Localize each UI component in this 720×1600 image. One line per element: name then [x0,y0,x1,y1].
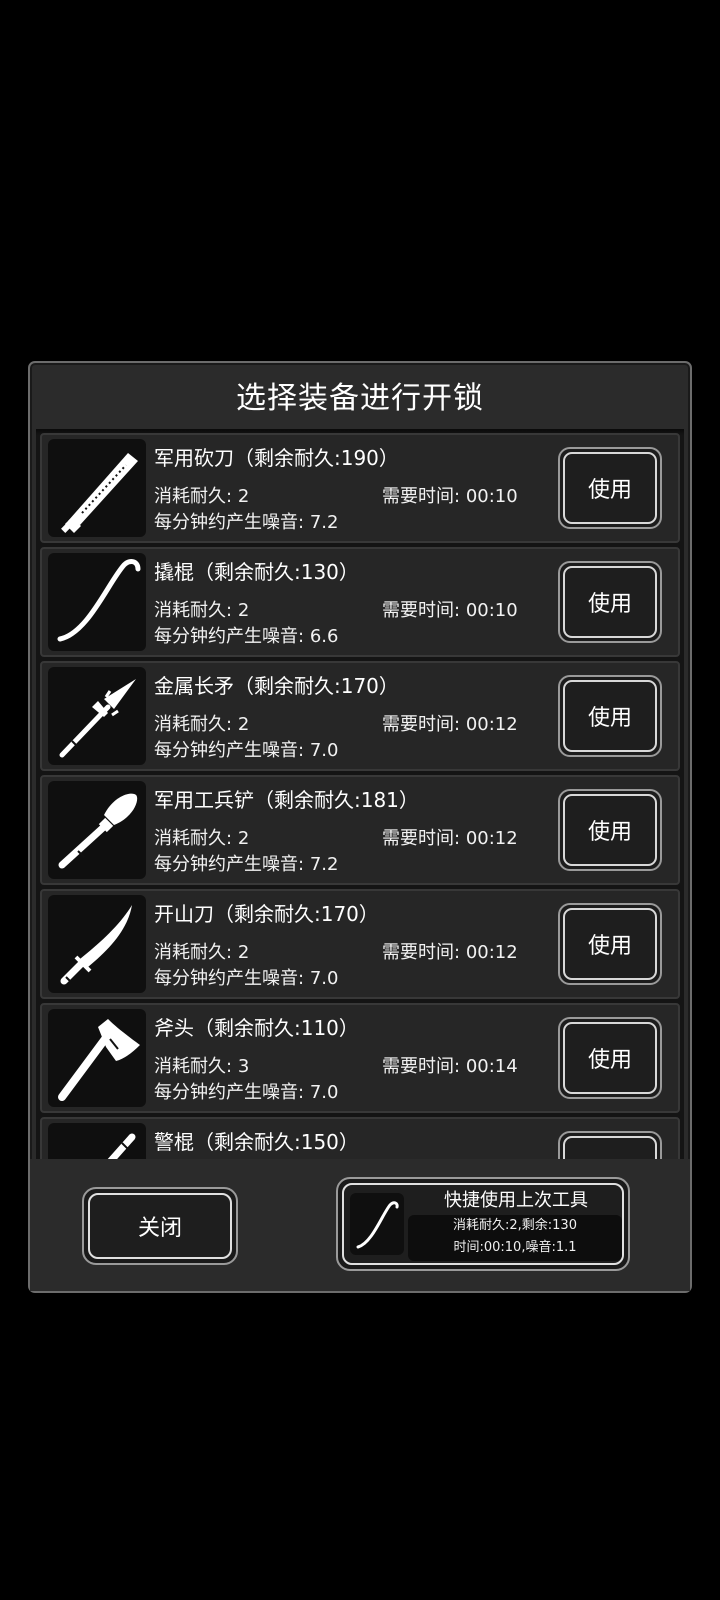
tool-item-spear: 金属长矛（剩余耐久:170） 消耗耐久: 2 需要时间: 00:12 每分钟约产… [40,661,680,771]
tool-list[interactable]: 军用砍刀（剩余耐久:190） 消耗耐久: 2 需要时间: 00:10 每分钟约产… [36,429,684,1159]
durability-cost: 消耗耐久: 2 [154,942,250,963]
noise-per-minute: 每分钟约产生噪音: 7.2 [154,854,339,875]
use-button[interactable]: 使用 [558,1131,662,1159]
quick-use-info: 消耗耐久:2,剩余:130 时间:00:10,噪音:1.1 [408,1215,622,1261]
use-button[interactable]: 使用 [558,561,662,643]
noise-per-minute: 每分钟约产生噪音: 7.2 [154,512,339,533]
axe-icon [48,1009,146,1107]
spear-icon [48,667,146,765]
noise-per-minute: 每分钟约产生噪音: 6.6 [154,626,339,647]
dialog-footer: 关闭 快捷使用上次工具 消耗耐久:2,剩余:130 时间:00:10,噪音:1.… [30,1159,690,1291]
time-needed: 需要时间: 00:10 [382,486,518,507]
durability-cost: 消耗耐久: 2 [154,714,250,735]
crowbar-icon [48,553,146,651]
machete-icon [48,439,146,537]
durability-cost: 消耗耐久: 3 [154,1056,250,1077]
tool-name: 金属长矛（剩余耐久:170） [154,674,399,698]
tool-name: 军用工兵铲（剩余耐久:181） [154,788,419,812]
quick-use-time-noise: 时间:00:10,噪音:1.1 [453,1240,577,1255]
tool-item-crowbar: 撬棍（剩余耐久:130） 消耗耐久: 2 需要时间: 00:10 每分钟约产生噪… [40,547,680,657]
dialog-title: 选择装备进行开锁 [236,381,484,416]
lock-tool-dialog: 选择装备进行开锁 军用砍刀（剩余耐久:190） 消耗耐久: 2 需要时间: 00… [28,361,692,1293]
tool-item-shovel: 军用工兵铲（剩余耐久:181） 消耗耐久: 2 需要时间: 00:12 每分钟约… [40,775,680,885]
tool-name: 斧头（剩余耐久:110） [154,1016,359,1040]
time-needed: 需要时间: 00:12 [382,714,518,735]
quick-use-title: 快捷使用上次工具 [444,1190,588,1211]
time-needed: 需要时间: 00:14 [382,1056,518,1077]
tool-name: 警棍（剩余耐久:150） [154,1130,359,1154]
use-button[interactable]: 使用 [558,675,662,757]
close-button[interactable]: 关闭 [82,1187,238,1265]
baton-icon [48,1123,146,1159]
tool-item-baton: 警棍（剩余耐久:150） 使用 [40,1117,680,1159]
time-needed: 需要时间: 00:12 [382,828,518,849]
close-button-label: 关闭 [137,1216,182,1241]
durability-cost: 消耗耐久: 2 [154,600,250,621]
crowbar-icon [350,1193,404,1255]
tool-item-machete: 军用砍刀（剩余耐久:190） 消耗耐久: 2 需要时间: 00:10 每分钟约产… [40,433,680,543]
time-needed: 需要时间: 00:10 [382,600,518,621]
noise-per-minute: 每分钟约产生噪音: 7.0 [154,740,339,761]
tool-item-sword: 开山刀（剩余耐久:170） 消耗耐久: 2 需要时间: 00:12 每分钟约产生… [40,889,680,999]
noise-per-minute: 每分钟约产生噪音: 7.0 [154,968,339,989]
use-button[interactable]: 使用 [558,789,662,871]
tool-name: 开山刀（剩余耐久:170） [154,902,379,926]
shovel-icon [48,781,146,879]
use-button[interactable]: 使用 [558,447,662,529]
use-button[interactable]: 使用 [558,1017,662,1099]
use-button[interactable]: 使用 [558,903,662,985]
durability-cost: 消耗耐久: 2 [154,828,250,849]
quick-use-durability: 消耗耐久:2,剩余:130 [453,1218,577,1233]
noise-per-minute: 每分钟约产生噪音: 7.0 [154,1082,339,1103]
sword-icon [48,895,146,993]
tool-item-axe: 斧头（剩余耐久:110） 消耗耐久: 3 需要时间: 00:14 每分钟约产生噪… [40,1003,680,1113]
tool-name: 军用砍刀（剩余耐久:190） [154,446,399,470]
tool-name: 撬棍（剩余耐久:130） [154,560,359,584]
time-needed: 需要时间: 00:12 [382,942,518,963]
quick-use-last-tool-button[interactable]: 快捷使用上次工具 消耗耐久:2,剩余:130 时间:00:10,噪音:1.1 [336,1177,630,1271]
durability-cost: 消耗耐久: 2 [154,486,250,507]
